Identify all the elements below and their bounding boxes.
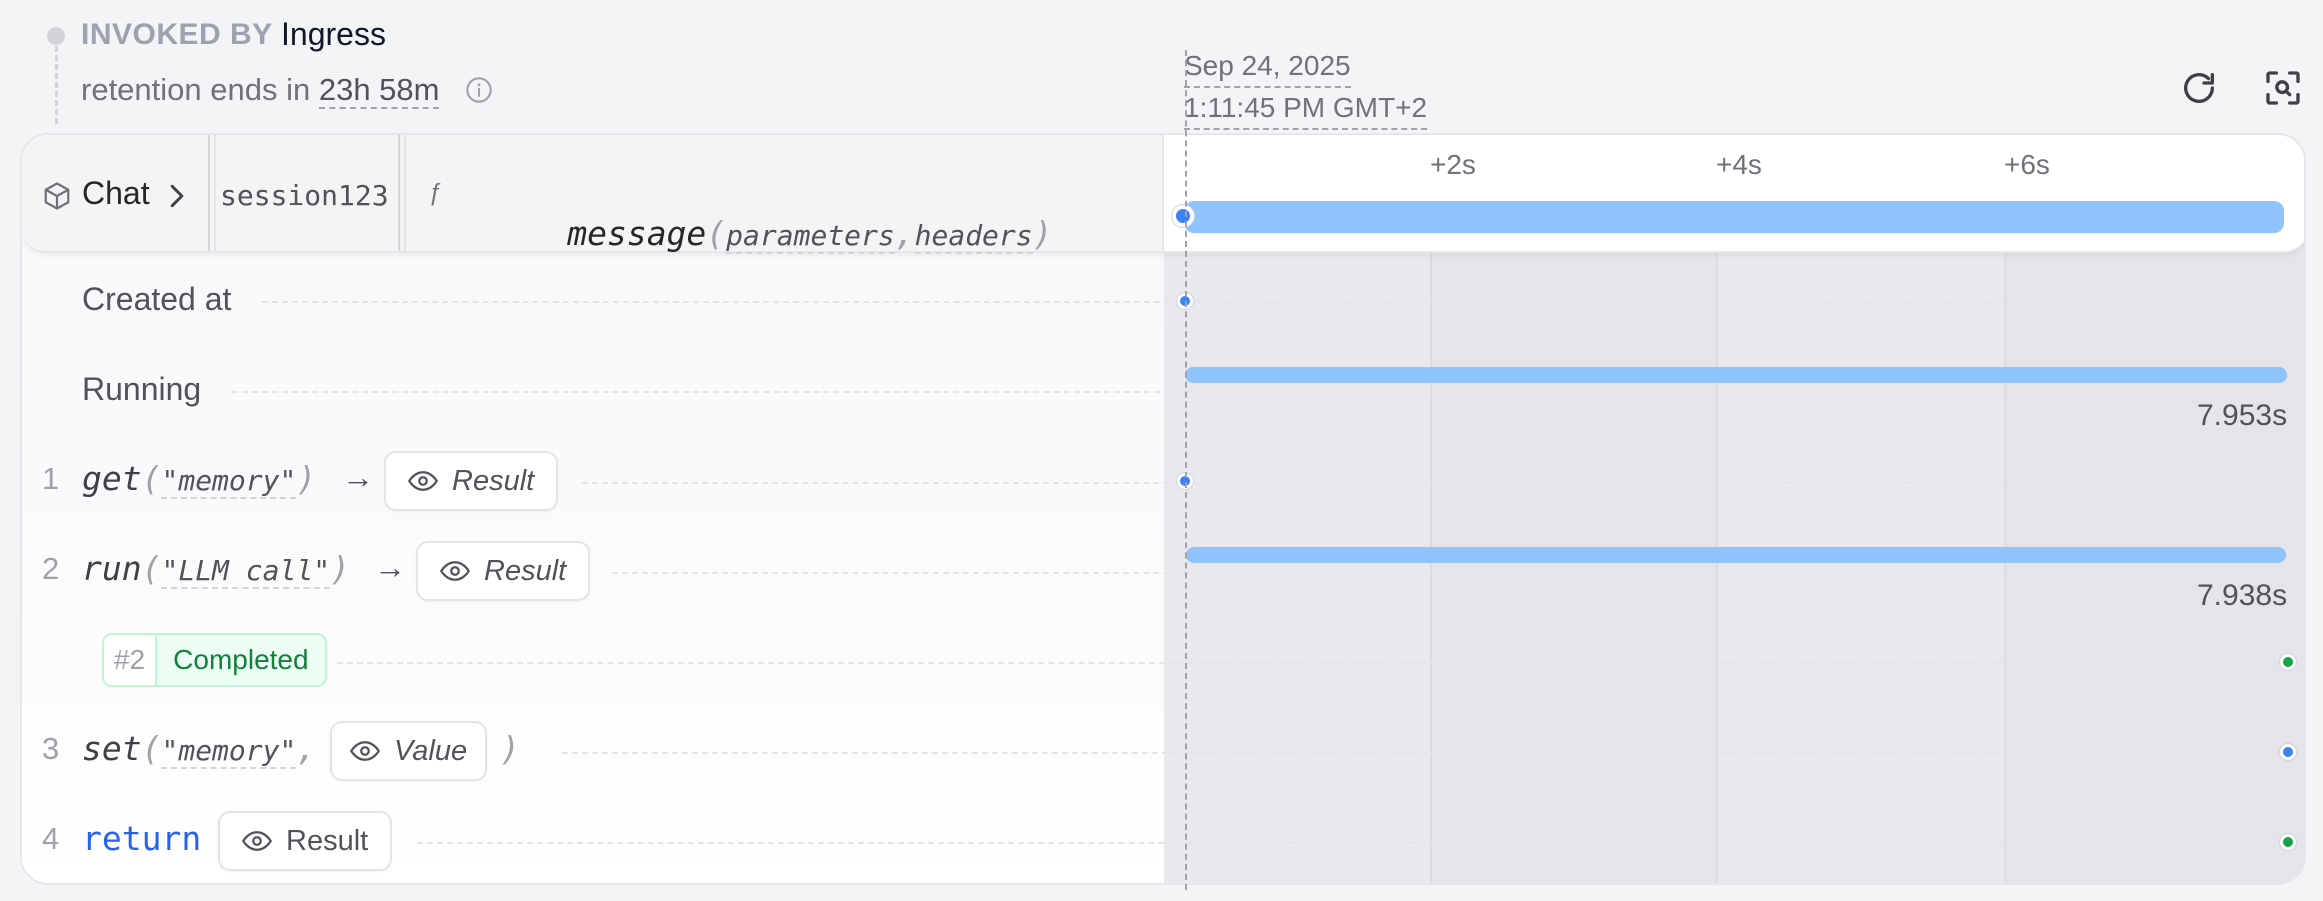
handler-signature[interactable]: message(parameters,headers)	[448, 175, 1053, 292]
step-number: 4	[42, 821, 60, 856]
return-keyword: return	[82, 819, 202, 858]
timeline-start-dot	[47, 27, 65, 45]
step-arg: "memory"	[161, 464, 297, 499]
tick-label: +2s	[1430, 149, 1476, 180]
eye-icon	[242, 831, 272, 851]
running-bar[interactable]	[1185, 367, 2287, 383]
retention-prefix: retention ends in	[81, 72, 311, 107]
completed-badge[interactable]: #2 Completed	[102, 633, 327, 687]
created-at-label: Created at	[82, 281, 232, 317]
retention-duration[interactable]: 23h 58m	[318, 72, 440, 109]
refresh-button[interactable]	[2175, 64, 2223, 112]
step-number: 3	[42, 731, 60, 766]
timeline-time: 1:11:45 PM GMT+2	[1184, 88, 1428, 130]
completed-marker[interactable]	[2280, 654, 2296, 670]
retention-text: retention ends in 23h 58m	[81, 72, 440, 109]
row-guide	[337, 662, 2277, 664]
result-label: Result	[286, 824, 369, 857]
row-guide	[417, 842, 2277, 844]
timeline-start-timestamp[interactable]: Sep 24, 2025 1:11:45 PM GMT+2	[1184, 46, 1428, 130]
invocation-duration-bar[interactable]	[1184, 201, 2284, 233]
return-marker[interactable]	[2280, 834, 2296, 850]
refresh-icon	[2184, 73, 2214, 103]
invocation-start-marker	[1172, 205, 1194, 227]
completed-label: Completed	[173, 644, 309, 675]
step-arg: "LLM call"	[161, 554, 331, 589]
handler-param: headers	[914, 219, 1033, 254]
object-key[interactable]: session123	[220, 179, 389, 212]
step-fn: set	[82, 729, 142, 768]
timeline-connector	[55, 46, 58, 124]
row-guide	[262, 301, 2132, 303]
step-fn: run	[82, 549, 142, 588]
step-fn: get	[82, 459, 142, 498]
step1-result-button[interactable]: Result	[384, 451, 559, 511]
row-guide	[232, 391, 2132, 393]
step-arg: "memory"	[161, 734, 297, 769]
result-label: Result	[484, 554, 567, 587]
step-number: 2	[42, 551, 60, 586]
info-icon[interactable]	[465, 76, 493, 104]
timeline-start-line	[1185, 50, 1187, 890]
closing-paren: )	[500, 729, 520, 768]
tick-label: +4s	[1716, 149, 1762, 180]
step2-bar[interactable]	[1186, 547, 2286, 563]
zoom-fit-button[interactable]	[2259, 64, 2307, 112]
timeline-date: Sep 24, 2025	[1184, 46, 1351, 88]
service-box-icon	[44, 182, 70, 210]
running-label: Running	[82, 371, 202, 407]
completed-number: #2	[104, 635, 158, 685]
chevron-right-icon	[170, 184, 184, 208]
step3-value-button[interactable]: Value	[330, 721, 488, 781]
invoked-by-value: Ingress	[281, 16, 386, 52]
step3-marker[interactable]	[2280, 744, 2296, 760]
step-number: 1	[42, 461, 60, 496]
step-call: get("memory")	[82, 459, 317, 499]
result-label: Result	[452, 464, 535, 497]
arrow-right-icon: →	[374, 549, 406, 585]
eye-icon	[350, 741, 380, 761]
step2-duration: 7.938s	[2197, 579, 2288, 612]
step-call: set("memory",	[82, 729, 317, 769]
handler-param: parameters	[726, 219, 895, 254]
row-guide	[582, 482, 2272, 484]
arrow-right-icon: →	[342, 459, 374, 495]
value-label: Value	[394, 734, 468, 767]
row-guide	[612, 572, 2272, 574]
invocation-card: Chat session123 ƒ message(parameters,hea…	[20, 133, 2306, 885]
eye-icon	[440, 561, 470, 581]
step2-result-button[interactable]: Result	[416, 541, 591, 601]
tick-label: +6s	[2004, 149, 2050, 180]
row-guide	[562, 752, 2277, 754]
step4-result-button[interactable]: Result	[218, 811, 393, 871]
function-icon: ƒ	[428, 179, 442, 206]
invocation-header-row: Chat session123 ƒ message(parameters,hea…	[22, 135, 2304, 254]
handler-name: message	[567, 214, 707, 253]
zoom-search-icon	[2266, 71, 2300, 105]
eye-icon	[408, 471, 438, 491]
step-call: run("LLM call")	[82, 549, 350, 589]
running-duration: 7.953s	[2197, 399, 2288, 432]
invoked-by-label: INVOKED BY	[81, 18, 273, 51]
service-name[interactable]: Chat	[82, 175, 150, 212]
